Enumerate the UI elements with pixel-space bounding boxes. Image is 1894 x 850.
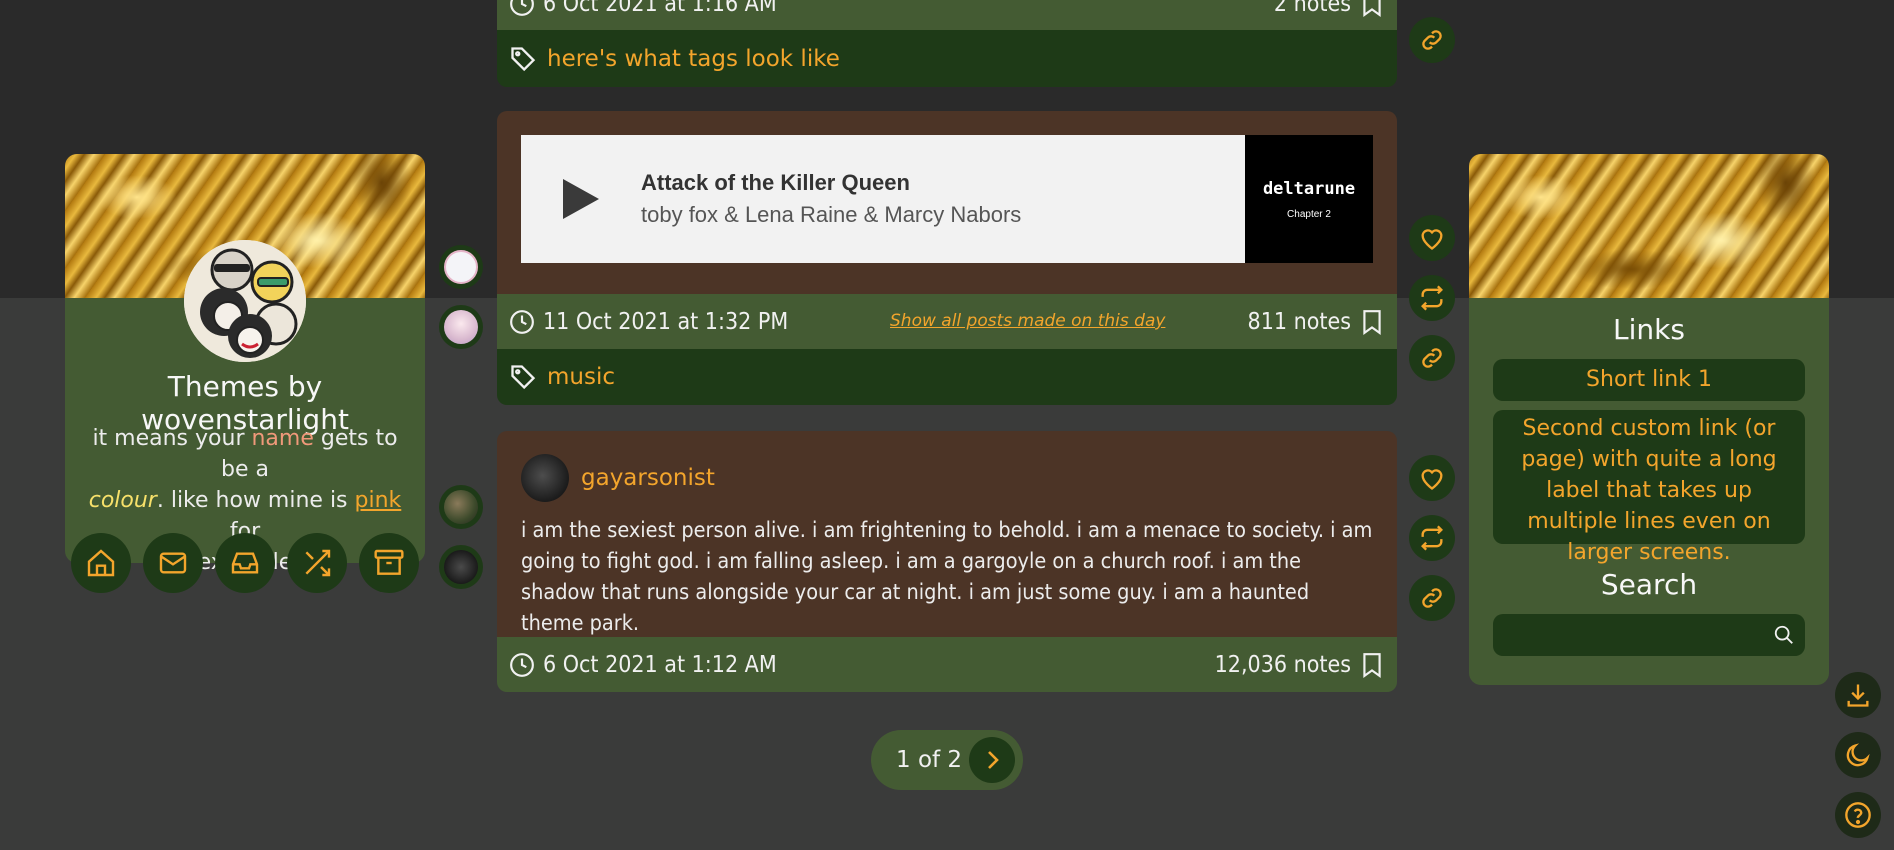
mail-icon — [159, 552, 187, 574]
post-1-notes-row[interactable]: 2 notes — [1274, 0, 1383, 24]
reblog-button[interactable] — [1409, 515, 1455, 561]
moon-icon — [1846, 743, 1870, 767]
post-date: 11 Oct 2021 at 1:32 PM — [543, 308, 789, 335]
pagination: 1 of 2 — [871, 730, 1023, 790]
reblogger-avatar[interactable] — [439, 485, 483, 529]
clock-icon — [509, 309, 535, 335]
inbox-button[interactable] — [215, 533, 275, 593]
chevron-right-icon — [988, 751, 999, 769]
page-indicator: 1 of 2 — [896, 747, 963, 773]
dark-mode-button[interactable] — [1835, 732, 1881, 778]
reblog-icon — [1421, 525, 1443, 551]
link-icon — [1422, 348, 1442, 368]
next-page-button[interactable] — [969, 737, 1015, 783]
track-artist: toby fox & Lena Raine & Marcy Nabors — [641, 202, 1022, 227]
permalink-button[interactable] — [1409, 17, 1455, 63]
like-button[interactable] — [1409, 215, 1455, 261]
permalink-button[interactable] — [1409, 575, 1455, 621]
links-heading: Links — [1613, 313, 1685, 346]
home-button[interactable] — [71, 533, 131, 593]
search-icon[interactable] — [1773, 624, 1795, 646]
reblogger-avatar[interactable] — [439, 305, 483, 349]
link-icon — [1422, 588, 1442, 608]
heart-icon — [1421, 229, 1443, 250]
tag-link[interactable]: here's what tags look like — [547, 46, 840, 72]
like-button[interactable] — [1409, 455, 1455, 501]
mail-button[interactable] — [143, 533, 203, 593]
play-icon — [563, 179, 599, 219]
bookmark-icon[interactable] — [1361, 309, 1383, 335]
audio-player[interactable]: Attack of the Killer Queen toby fox & Le… — [521, 135, 1373, 263]
post-2-notes-row[interactable]: 811 notes — [1248, 294, 1383, 349]
clock-icon — [509, 0, 535, 17]
play-button[interactable] — [521, 135, 641, 263]
post-2-tags: music — [497, 349, 1397, 405]
post-1-date-row: 6 Oct 2021 at 1:16 AM — [509, 0, 777, 24]
post-3-notes-row[interactable]: 12,036 notes — [1215, 637, 1383, 692]
download-button[interactable] — [1835, 672, 1881, 718]
post-1-tags: here's what tags look like — [497, 30, 1397, 87]
name-highlight: name — [251, 426, 314, 451]
post-date: 6 Oct 2021 at 1:16 AM — [543, 0, 777, 17]
bookmark-icon[interactable] — [1361, 652, 1383, 678]
reblogger-avatar[interactable] — [439, 545, 483, 589]
post-2-date-row: 11 Oct 2021 at 1:32 PM — [509, 294, 788, 349]
sidebar-link-1[interactable]: Short link 1 — [1493, 359, 1805, 401]
colour-highlight: colour — [88, 488, 157, 513]
shuffle-icon — [305, 549, 331, 577]
download-icon — [1847, 684, 1869, 707]
search-box — [1493, 614, 1805, 656]
album-logo: deltarune — [1262, 178, 1356, 199]
tag-link[interactable]: music — [547, 364, 615, 390]
reblogger-avatar[interactable] — [439, 245, 483, 289]
pink-link[interactable]: pink — [355, 488, 402, 513]
post-3-date-row: 6 Oct 2021 at 1:12 AM — [509, 637, 777, 692]
reblog-icon — [1421, 285, 1443, 311]
sidebar-header-image — [1469, 154, 1829, 298]
shuffle-button[interactable] — [287, 533, 347, 593]
tag-icon — [509, 45, 537, 73]
link-icon — [1422, 30, 1442, 50]
profile-avatar[interactable] — [184, 240, 306, 362]
post-author[interactable]: gayarsonist — [521, 454, 715, 502]
reblog-button[interactable] — [1409, 275, 1455, 321]
heart-icon — [1421, 469, 1443, 490]
track-title: Attack of the Killer Queen — [641, 170, 910, 195]
permalink-button[interactable] — [1409, 335, 1455, 381]
notes-count[interactable]: 12,036 notes — [1215, 652, 1351, 678]
notes-count[interactable]: 811 notes — [1248, 309, 1351, 335]
sidebar-link-2[interactable]: Second custom link (or page) with quite … — [1493, 410, 1805, 565]
post-date: 6 Oct 2021 at 1:12 AM — [543, 651, 777, 678]
notes-count[interactable]: 2 notes — [1274, 0, 1351, 17]
day-archive-link[interactable]: Show all posts made on this day — [890, 294, 1165, 349]
author-avatar[interactable] — [521, 454, 569, 502]
author-name[interactable]: gayarsonist — [581, 465, 715, 491]
archive-button[interactable] — [359, 533, 419, 593]
help-button[interactable] — [1835, 792, 1881, 838]
home-icon — [87, 549, 115, 577]
album-art: deltarune Chapter 2 — [1245, 135, 1373, 263]
search-heading: Search — [1600, 568, 1698, 601]
search-input[interactable] — [1503, 620, 1757, 652]
album-subtitle: Chapter 2 — [1287, 208, 1331, 220]
inbox-icon — [231, 552, 259, 574]
tag-icon — [509, 363, 537, 391]
archive-icon — [374, 549, 404, 575]
help-icon — [1845, 802, 1871, 828]
clock-icon — [509, 652, 535, 678]
post-text: i am the sexiest person alive. i am frig… — [521, 518, 1373, 636]
bookmark-icon[interactable] — [1361, 0, 1383, 17]
